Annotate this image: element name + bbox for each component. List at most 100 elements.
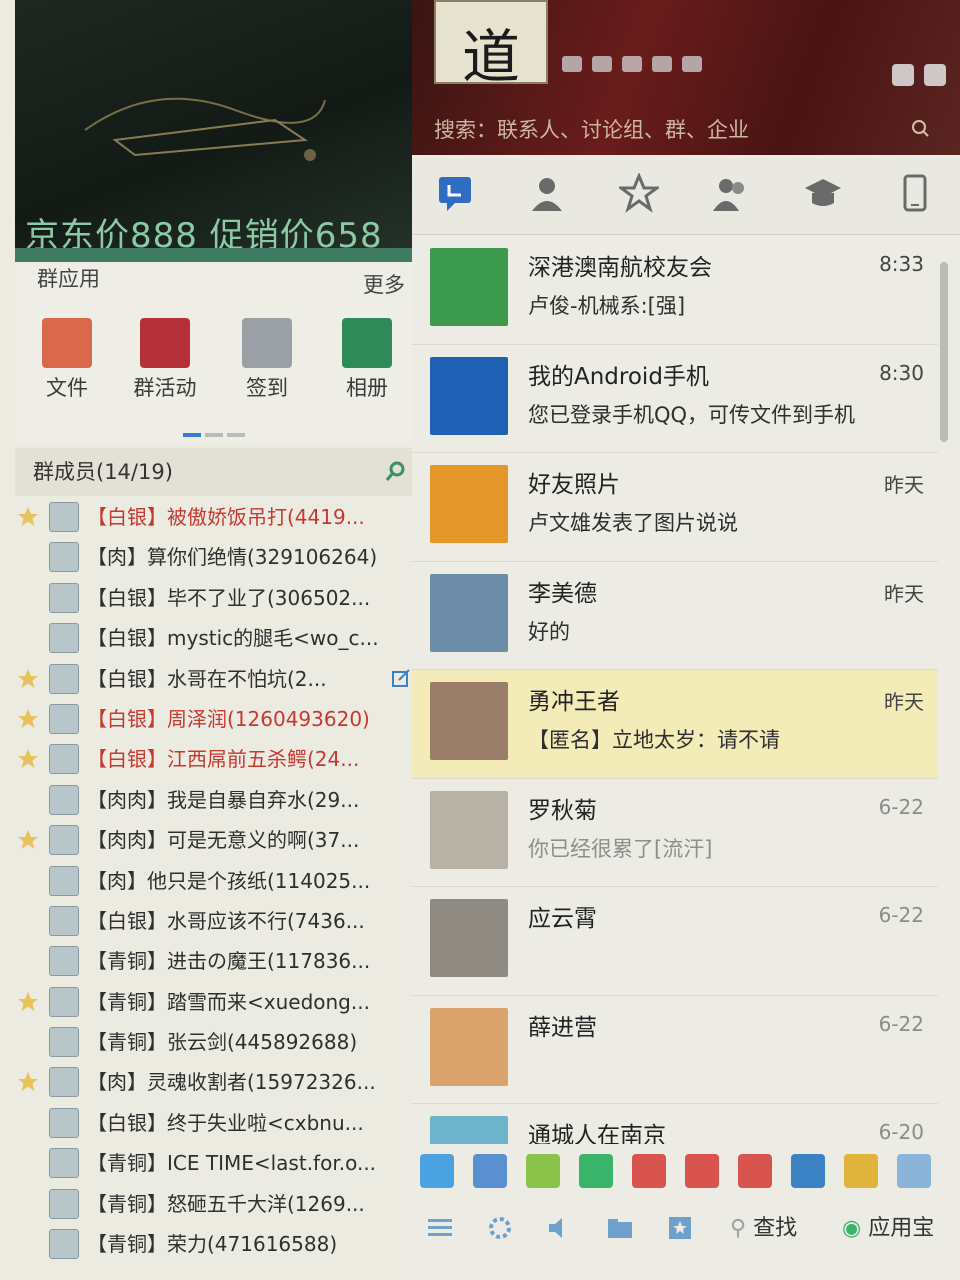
conversation-item[interactable]: 薛进营 6-22 <box>412 996 938 1104</box>
member-row[interactable]: 【白银】江西屌前五杀鳄(24... <box>15 738 415 778</box>
app-files[interactable]: 文件 <box>21 318 113 402</box>
conversation-item[interactable]: 罗秋菊 你已经很累了[流汗] 6-22 <box>412 779 938 887</box>
edit-icon[interactable] <box>391 668 411 688</box>
member-row[interactable]: 【肉】他只是个孩纸(114025... <box>15 860 415 900</box>
member-row[interactable]: 【青铜】进击の魔王(117836... <box>15 940 415 980</box>
conversation-item[interactable]: 深港澳南航校友会 卢俊-机械系:[强] 8:33 <box>412 236 938 345</box>
member-avatar[interactable] <box>49 946 79 977</box>
tab-contacts[interactable] <box>522 168 572 218</box>
status-icons[interactable] <box>562 56 712 76</box>
member-avatar[interactable] <box>49 703 79 734</box>
conversation-avatar[interactable] <box>430 682 508 760</box>
member-avatar[interactable] <box>49 905 79 936</box>
search-bar[interactable]: 搜索：联系人、讨论组、群、企业 <box>424 110 934 146</box>
menu-icon[interactable] <box>426 1214 454 1242</box>
conversation-avatar[interactable] <box>430 248 508 326</box>
jd-icon[interactable] <box>685 1154 719 1188</box>
more-icon[interactable] <box>682 56 702 72</box>
favorites-icon[interactable] <box>666 1214 694 1242</box>
member-row[interactable]: 【肉肉】我是自暴自弃水(29... <box>15 779 415 819</box>
member-avatar[interactable] <box>49 623 79 654</box>
member-list[interactable]: 【白银】被傲娇饭吊打(4419... 【肉】算你们绝情(329106264) 【白银… <box>15 496 415 1263</box>
conversation-avatar[interactable] <box>430 1007 508 1086</box>
search-icon[interactable] <box>385 460 407 482</box>
grid-icon[interactable] <box>897 1154 931 1188</box>
group-apps-more-button[interactable]: 更多 <box>363 268 405 302</box>
member-avatar[interactable] <box>49 744 79 775</box>
member-row[interactable]: 【白银】mystic的腿毛<wo_c... <box>15 617 415 657</box>
lottery-icon[interactable] <box>738 1154 772 1188</box>
member-avatar[interactable] <box>49 1148 79 1179</box>
member-avatar[interactable] <box>49 865 79 896</box>
member-row[interactable]: 【肉肉】可是无意义的啊(37... <box>15 819 415 859</box>
shirt-icon[interactable] <box>892 64 914 86</box>
conversation-avatar[interactable] <box>430 356 508 435</box>
member-row[interactable]: 【青铜】荣力(471616588) <box>15 1223 415 1263</box>
mail-icon[interactable] <box>622 56 642 72</box>
member-row[interactable]: 【白银】周泽润(1260493620) <box>15 698 415 738</box>
member-avatar[interactable] <box>49 1107 79 1138</box>
user-avatar[interactable]: 道 <box>434 0 548 91</box>
member-avatar[interactable] <box>49 542 79 573</box>
conversation-avatar[interactable] <box>430 573 508 652</box>
search-input[interactable]: 搜索：联系人、讨论组、群、企业 <box>434 114 749 144</box>
security-icon[interactable] <box>791 1154 825 1188</box>
member-row[interactable]: 【青铜】怒砸五千大洋(1269... <box>15 1183 415 1223</box>
folder-icon[interactable] <box>606 1214 634 1242</box>
ad-banner[interactable]: 京东价888 促销价658 <box>15 0 415 260</box>
conversation-item[interactable]: 应云霄 6-22 <box>412 887 938 996</box>
conversation-item[interactable]: 勇冲王者 【匿名】立地太岁：请不请 昨天 <box>412 670 938 779</box>
tab-favorites[interactable] <box>614 168 664 218</box>
pet-icon[interactable] <box>844 1154 878 1188</box>
qzone-icon[interactable] <box>592 56 612 72</box>
member-avatar[interactable] <box>49 1229 79 1260</box>
member-avatar[interactable] <box>49 784 79 815</box>
penguin-icon[interactable] <box>473 1154 507 1188</box>
apps-pager[interactable] <box>183 422 249 441</box>
skin-icon[interactable] <box>924 64 946 86</box>
member-avatar[interactable] <box>49 1067 79 1098</box>
conversation-list[interactable]: 深港澳南航校友会 卢俊-机械系:[强] 8:33 我的Android手机 您已登录手机Q… <box>412 236 938 1213</box>
member-avatar[interactable] <box>49 1027 79 1058</box>
conversation-avatar[interactable] <box>430 899 508 977</box>
settings-icon[interactable] <box>486 1214 514 1242</box>
star-icon[interactable] <box>562 56 582 72</box>
conversation-item[interactable]: 李美德 好的 昨天 <box>412 562 938 670</box>
member-row[interactable]: 【青铜】张云剑(445892688) <box>15 1021 415 1061</box>
conversation-item[interactable]: 我的Android手机 您已登录手机QQ，可传文件到手机 8:30 <box>412 345 938 453</box>
skin-icons[interactable] <box>882 64 946 90</box>
qq-browser-icon[interactable] <box>420 1154 454 1188</box>
conversation-item[interactable]: 好友照片 卢文雄发表了图片说说 昨天 <box>412 453 938 562</box>
video-icon[interactable] <box>579 1154 613 1188</box>
app-album[interactable]: 相册 <box>321 318 413 402</box>
member-row[interactable]: 【肉】算你们绝情(329106264) <box>15 536 415 576</box>
member-row[interactable]: 【白银】终于失业啦<cxbnu... <box>15 1102 415 1142</box>
member-avatar[interactable] <box>49 986 79 1017</box>
conversation-avatar[interactable] <box>430 790 508 869</box>
member-row[interactable]: 【青铜】踏雪而来<xuedong... <box>15 981 415 1021</box>
tab-messages[interactable] <box>430 168 480 218</box>
member-avatar[interactable] <box>49 663 79 694</box>
tab-devices[interactable] <box>890 168 940 218</box>
member-row[interactable]: 【肉】灵魂收割者(15972326... <box>15 1061 415 1101</box>
stocks-icon[interactable] <box>632 1154 666 1188</box>
member-avatar[interactable] <box>49 825 79 856</box>
sports-icon[interactable] <box>526 1154 560 1188</box>
wallet-icon[interactable] <box>652 56 672 72</box>
conversation-avatar[interactable] <box>430 465 508 543</box>
app-store-button[interactable]: ◉ 应用宝 <box>842 1210 934 1246</box>
member-row[interactable]: 【青铜】ICE TIME<last.for.o... <box>15 1142 415 1182</box>
app-checkin[interactable]: 签到 <box>221 318 313 402</box>
tab-groups[interactable] <box>706 168 756 218</box>
search-icon[interactable] <box>910 118 930 138</box>
member-row[interactable]: 【白银】水哥在不怕坑(2... <box>15 658 415 698</box>
member-avatar[interactable] <box>49 1188 79 1219</box>
conversation-scrollbar[interactable] <box>940 262 948 442</box>
app-group-activity[interactable]: 群活动 <box>119 318 211 402</box>
member-row[interactable]: 【白银】毕不了业了(306502... <box>15 577 415 617</box>
member-row[interactable]: 【白银】水哥应该不行(7436... <box>15 900 415 940</box>
volume-icon[interactable] <box>546 1214 574 1242</box>
member-avatar[interactable] <box>49 582 79 613</box>
tab-school[interactable] <box>798 168 848 218</box>
member-avatar[interactable] <box>49 502 79 532</box>
